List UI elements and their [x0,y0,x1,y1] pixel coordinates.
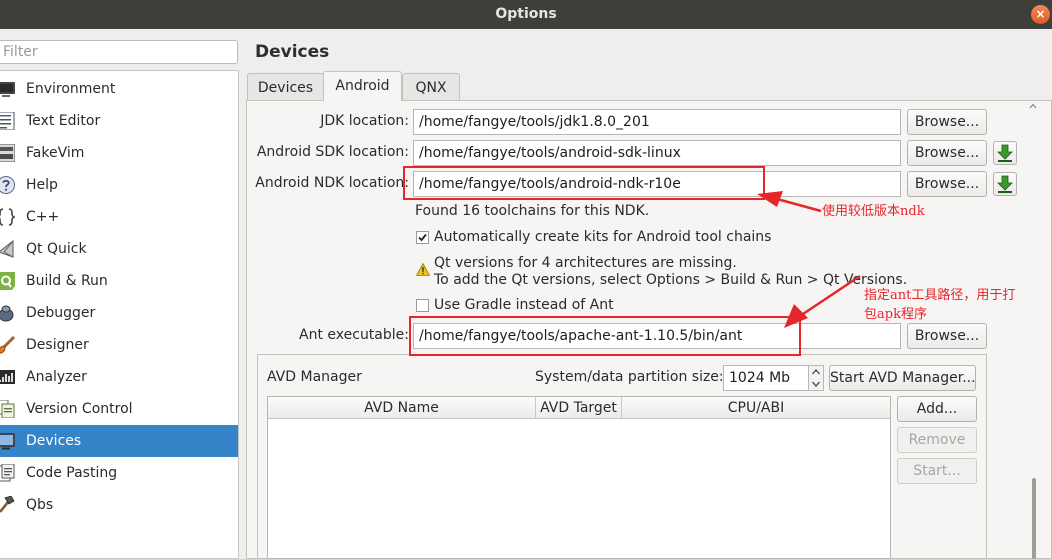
spin-up-icon [812,369,820,375]
sidebar-item-label: Debugger [26,305,96,321]
remove-avd-button[interactable]: Remove [897,427,977,453]
sidebar-item-cpp[interactable]: C++ [0,201,238,233]
sdk-location-label: Android SDK location: [256,144,409,160]
scroll-up-icon [1029,103,1037,109]
close-window-button[interactable]: × [1031,5,1050,24]
scrollbar-thumb[interactable] [1032,478,1036,559]
warning-icon [416,263,430,276]
sidebar-item-label: Analyzer [26,369,87,385]
spin-down-icon [812,381,820,387]
tab-qnx[interactable]: QNX [402,73,460,101]
ndk-toolchain-info: Found 16 toolchains for this NDK. [415,203,650,219]
jdk-browse-button[interactable]: Browse... [907,109,987,135]
ant-browse-button[interactable]: Browse... [907,323,987,349]
ndk-highlight-box [403,166,765,200]
sdk-download-button[interactable] [993,141,1017,165]
ant-highlight-box [409,316,801,356]
sidebar-item-label: Version Control [26,401,133,417]
page-title: Devices [255,42,330,62]
download-icon [997,144,1013,162]
code-pasting-icon [0,464,15,482]
column-header-avd-target[interactable]: AVD Target [536,397,622,419]
auto-create-kits-label: Automatically create kits for Android to… [434,229,772,245]
sidebar-item-label: Environment [26,81,116,97]
sdk-browse-button[interactable]: Browse... [907,140,987,166]
use-gradle-label: Use Gradle instead of Ant [434,297,614,313]
jdk-location-label: JDK location: [320,113,409,129]
avd-table[interactable]: AVD Name AVD Target CPU/ABI [267,396,891,559]
ndk-download-button[interactable] [993,172,1017,196]
column-header-avd-name[interactable]: AVD Name [268,397,536,419]
auto-create-kits-checkbox[interactable] [416,231,429,244]
sidebar-item-label: Qbs [26,497,54,513]
cpp-braces-icon [0,208,15,226]
ant-executable-label: Ant executable: [299,327,409,343]
checkmark-icon [418,233,427,242]
analyzer-icon [0,370,15,384]
qbs-hammer-icon [0,496,15,513]
partition-size-stepper[interactable] [809,365,824,391]
sidebar-item-version-control[interactable]: Version Control [0,393,238,425]
sidebar-item-analyzer[interactable]: Analyzer [0,361,238,393]
jdk-location-field[interactable]: /home/fangye/tools/jdk1.8.0_201 [413,109,901,135]
ndk-browse-button[interactable]: Browse... [907,171,987,197]
sidebar-item-code-pasting[interactable]: Code Pasting [0,457,238,489]
text-editor-icon [0,112,15,130]
ndk-annotation-note: 使用较低版本ndk [822,204,925,219]
sidebar-item-label: C++ [26,209,60,225]
column-header-cpu-abi[interactable]: CPU/ABI [622,397,890,419]
avd-manager-label: AVD Manager [267,369,362,385]
download-icon [997,175,1013,193]
ant-annotation-note-line2: 包apk程序 [864,307,927,322]
add-avd-button[interactable]: Add... [897,396,977,422]
filter-input[interactable] [0,40,238,64]
sidebar-item-qbs[interactable]: Qbs [0,489,238,521]
sidebar-item-label: Code Pasting [26,465,118,481]
sidebar-item-label: Devices [26,433,82,449]
fakevim-icon [0,144,15,162]
sidebar-item-label: Designer [26,337,89,353]
sidebar-item-label: Help [26,177,58,193]
start-avd-button[interactable]: Start... [897,458,977,484]
sidebar-item-qt-quick[interactable]: Qt Quick [0,233,238,265]
partition-size-spinbox[interactable]: 1024 Mb [723,365,809,391]
ant-annotation-arrow-icon [784,274,861,328]
sidebar-item-build-run[interactable]: Build & Run [0,265,238,297]
partition-size-label: System/data partition size: [535,369,724,385]
build-run-icon [0,272,15,290]
designer-brush-icon [0,336,15,354]
ndk-location-label: Android NDK location: [255,175,409,191]
ant-annotation-note-line1: 指定ant工具路径，用于打 [864,288,1016,303]
version-control-icon [0,400,15,418]
sidebar-item-label: Qt Quick [26,241,87,257]
window-title: Options [495,6,557,22]
use-gradle-checkbox[interactable] [416,299,429,312]
tab-devices[interactable]: Devices [247,73,324,101]
sidebar-item-environment[interactable]: Environment [0,73,238,105]
sidebar-item-label: Text Editor [26,113,101,129]
sdk-location-field[interactable]: /home/fangye/tools/android-sdk-linux [413,140,901,166]
ndk-annotation-arrow-icon [757,191,822,213]
monitor-icon [0,82,15,97]
start-avd-manager-button[interactable]: Start AVD Manager... [829,365,976,391]
sidebar-item-label: FakeVim [26,145,85,161]
sidebar-item-label: Build & Run [26,273,108,289]
help-icon [0,176,15,194]
debugger-icon [0,305,14,322]
devices-icon [0,433,15,450]
sidebar-item-debugger[interactable]: Debugger [0,297,238,329]
missing-qt-versions-warning: Qt versions for 4 architectures are miss… [434,255,737,271]
sidebar-item-devices[interactable]: Devices [0,425,238,457]
qt-quick-icon [0,240,14,258]
tab-android[interactable]: Android [323,71,402,101]
